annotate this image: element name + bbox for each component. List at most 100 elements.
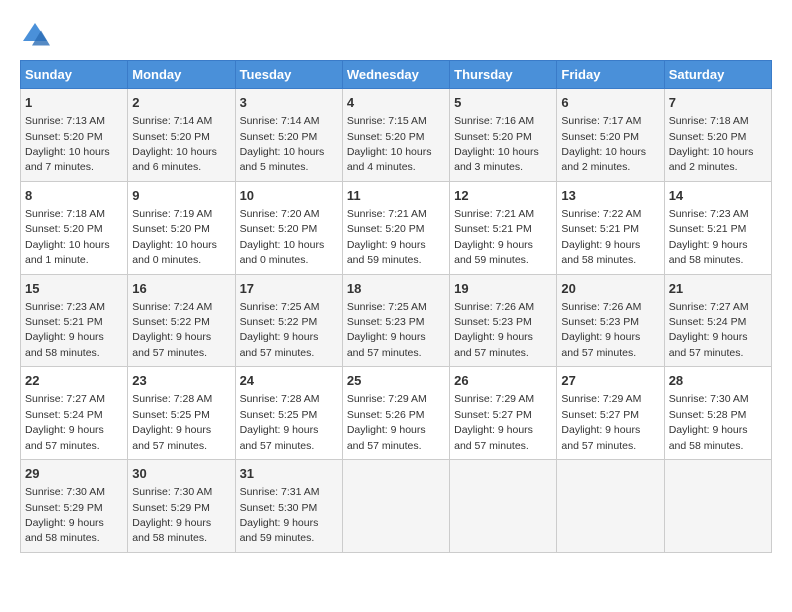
day-cell: 26 Sunrise: 7:29 AMSunset: 5:27 PMDayligh… [450,367,557,460]
day-cell: 10 Sunrise: 7:20 AMSunset: 5:20 PMDayligh… [235,181,342,274]
day-number: 18 [347,280,445,298]
sunrise-text: Sunrise: 7:29 AMSunset: 5:27 PMDaylight:… [561,393,641,451]
day-number: 16 [132,280,230,298]
sunrise-text: Sunrise: 7:30 AMSunset: 5:28 PMDaylight:… [669,393,749,451]
day-cell [342,460,449,553]
header-cell-sunday: Sunday [21,61,128,89]
header-cell-monday: Monday [128,61,235,89]
week-row-2: 8Sunrise: 7:18 AMSunset: 5:20 PMDaylight… [21,181,772,274]
day-cell: 11 Sunrise: 7:21 AMSunset: 5:20 PMDayligh… [342,181,449,274]
day-number: 28 [669,372,767,390]
week-row-4: 22Sunrise: 7:27 AMSunset: 5:24 PMDayligh… [21,367,772,460]
sunrise-text: Sunrise: 7:28 AMSunset: 5:25 PMDaylight:… [240,393,320,451]
sunrise-text: Sunrise: 7:26 AMSunset: 5:23 PMDaylight:… [561,301,641,359]
sunrise-text: Sunrise: 7:27 AMSunset: 5:24 PMDaylight:… [25,393,105,451]
calendar-table: SundayMondayTuesdayWednesdayThursdayFrid… [20,60,772,553]
day-cell: 17 Sunrise: 7:25 AMSunset: 5:22 PMDayligh… [235,274,342,367]
day-number: 9 [132,187,230,205]
sunrise-text: Sunrise: 7:16 AMSunset: 5:20 PMDaylight:… [454,115,539,173]
sunrise-text: Sunrise: 7:29 AMSunset: 5:27 PMDaylight:… [454,393,534,451]
day-number: 3 [240,94,338,112]
sunrise-text: Sunrise: 7:25 AMSunset: 5:22 PMDaylight:… [240,301,320,359]
day-cell: 31Sunrise: 7:31 AMSunset: 5:30 PMDayligh… [235,460,342,553]
sunrise-text: Sunrise: 7:27 AMSunset: 5:24 PMDaylight:… [669,301,749,359]
day-cell: 21 Sunrise: 7:27 AMSunset: 5:24 PMDayligh… [664,274,771,367]
day-number: 24 [240,372,338,390]
calendar-header: SundayMondayTuesdayWednesdayThursdayFrid… [21,61,772,89]
day-cell: 28 Sunrise: 7:30 AMSunset: 5:28 PMDayligh… [664,367,771,460]
day-cell: 20 Sunrise: 7:26 AMSunset: 5:23 PMDayligh… [557,274,664,367]
day-cell [450,460,557,553]
header-cell-wednesday: Wednesday [342,61,449,89]
day-cell: 23Sunrise: 7:28 AMSunset: 5:25 PMDayligh… [128,367,235,460]
sunrise-text: Sunrise: 7:30 AMSunset: 5:29 PMDaylight:… [132,486,212,544]
header-cell-friday: Friday [557,61,664,89]
sunrise-text: Sunrise: 7:30 AMSunset: 5:29 PMDaylight:… [25,486,105,544]
day-cell: 16 Sunrise: 7:24 AMSunset: 5:22 PMDayligh… [128,274,235,367]
day-number: 2 [132,94,230,112]
sunrise-text: Sunrise: 7:21 AMSunset: 5:21 PMDaylight:… [454,208,534,266]
day-number: 17 [240,280,338,298]
sunrise-text: Sunrise: 7:15 AMSunset: 5:20 PMDaylight:… [347,115,432,173]
day-number: 20 [561,280,659,298]
day-number: 27 [561,372,659,390]
sunrise-text: Sunrise: 7:31 AMSunset: 5:30 PMDaylight:… [240,486,320,544]
header-cell-saturday: Saturday [664,61,771,89]
day-cell: 13 Sunrise: 7:22 AMSunset: 5:21 PMDayligh… [557,181,664,274]
sunrise-text: Sunrise: 7:22 AMSunset: 5:21 PMDaylight:… [561,208,641,266]
day-cell: 1Sunrise: 7:13 AMSunset: 5:20 PMDaylight… [21,89,128,182]
day-number: 14 [669,187,767,205]
sunrise-text: Sunrise: 7:18 AMSunset: 5:20 PMDaylight:… [669,115,754,173]
sunrise-text: Sunrise: 7:13 AMSunset: 5:20 PMDaylight:… [25,115,110,173]
sunrise-text: Sunrise: 7:23 AMSunset: 5:21 PMDaylight:… [25,301,105,359]
sunrise-text: Sunrise: 7:24 AMSunset: 5:22 PMDaylight:… [132,301,212,359]
day-cell: 8Sunrise: 7:18 AMSunset: 5:20 PMDaylight… [21,181,128,274]
day-number: 21 [669,280,767,298]
day-number: 4 [347,94,445,112]
day-cell: 30Sunrise: 7:30 AMSunset: 5:29 PMDayligh… [128,460,235,553]
day-number: 10 [240,187,338,205]
day-number: 19 [454,280,552,298]
day-cell: 22Sunrise: 7:27 AMSunset: 5:24 PMDayligh… [21,367,128,460]
sunrise-text: Sunrise: 7:28 AMSunset: 5:25 PMDaylight:… [132,393,212,451]
day-cell: 25Sunrise: 7:29 AMSunset: 5:26 PMDayligh… [342,367,449,460]
day-cell [557,460,664,553]
day-number: 13 [561,187,659,205]
day-number: 12 [454,187,552,205]
sunrise-text: Sunrise: 7:20 AMSunset: 5:20 PMDaylight:… [240,208,325,266]
day-number: 26 [454,372,552,390]
sunrise-text: Sunrise: 7:21 AMSunset: 5:20 PMDaylight:… [347,208,427,266]
day-cell: 3Sunrise: 7:14 AMSunset: 5:20 PMDaylight… [235,89,342,182]
calendar-body: 1Sunrise: 7:13 AMSunset: 5:20 PMDaylight… [21,89,772,553]
sunrise-text: Sunrise: 7:26 AMSunset: 5:23 PMDaylight:… [454,301,534,359]
header-cell-thursday: Thursday [450,61,557,89]
day-cell: 29 Sunrise: 7:30 AMSunset: 5:29 PMDayligh… [21,460,128,553]
logo-icon [20,20,50,50]
sunrise-text: Sunrise: 7:17 AMSunset: 5:20 PMDaylight:… [561,115,646,173]
week-row-3: 15Sunrise: 7:23 AMSunset: 5:21 PMDayligh… [21,274,772,367]
day-cell: 27 Sunrise: 7:29 AMSunset: 5:27 PMDayligh… [557,367,664,460]
day-cell: 24 Sunrise: 7:28 AMSunset: 5:25 PMDayligh… [235,367,342,460]
sunrise-text: Sunrise: 7:19 AMSunset: 5:20 PMDaylight:… [132,208,217,266]
day-number: 11 [347,187,445,205]
logo [20,20,54,50]
sunrise-text: Sunrise: 7:25 AMSunset: 5:23 PMDaylight:… [347,301,427,359]
day-cell: 15Sunrise: 7:23 AMSunset: 5:21 PMDayligh… [21,274,128,367]
day-cell: 7 Sunrise: 7:18 AMSunset: 5:20 PMDaylight… [664,89,771,182]
header-row: SundayMondayTuesdayWednesdayThursdayFrid… [21,61,772,89]
sunrise-text: Sunrise: 7:29 AMSunset: 5:26 PMDaylight:… [347,393,427,451]
day-cell: 14Sunrise: 7:23 AMSunset: 5:21 PMDayligh… [664,181,771,274]
day-cell [664,460,771,553]
sunrise-text: Sunrise: 7:18 AMSunset: 5:20 PMDaylight:… [25,208,110,266]
header [20,20,772,50]
week-row-5: 29 Sunrise: 7:30 AMSunset: 5:29 PMDayligh… [21,460,772,553]
day-number: 5 [454,94,552,112]
day-cell: 6Sunrise: 7:17 AMSunset: 5:20 PMDaylight… [557,89,664,182]
day-number: 7 [669,94,767,112]
day-cell: 2 Sunrise: 7:14 AMSunset: 5:20 PMDaylight… [128,89,235,182]
day-number: 29 [25,465,123,483]
day-cell: 12 Sunrise: 7:21 AMSunset: 5:21 PMDayligh… [450,181,557,274]
sunrise-text: Sunrise: 7:14 AMSunset: 5:20 PMDaylight:… [132,115,217,173]
day-cell: 19 Sunrise: 7:26 AMSunset: 5:23 PMDayligh… [450,274,557,367]
day-cell: 18 Sunrise: 7:25 AMSunset: 5:23 PMDayligh… [342,274,449,367]
